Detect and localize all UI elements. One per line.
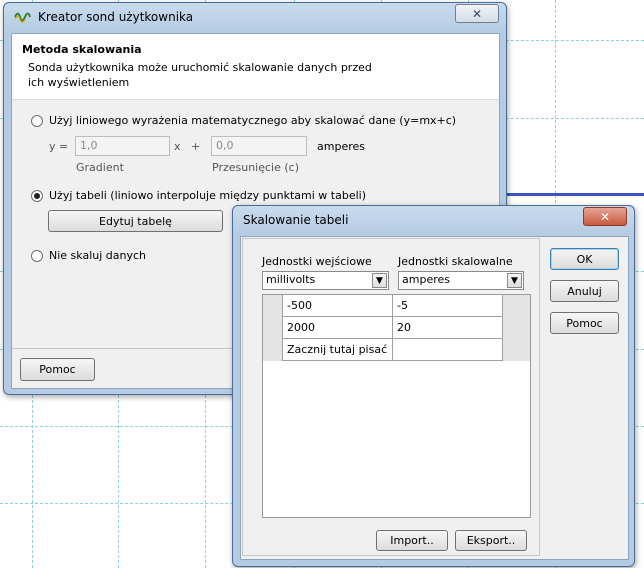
- scaled-units-dropdown[interactable]: amperes ▼: [398, 271, 524, 290]
- chevron-down-icon[interactable]: ▼: [372, 273, 387, 288]
- scaling-table-group: Jednostki wejściowe millivolts ▼ Jednost…: [242, 238, 540, 556]
- edit-table-button[interactable]: Edytuj tabelę: [48, 210, 223, 232]
- table-cell-scaled[interactable]: 20: [393, 317, 503, 339]
- table-cell-input[interactable]: 2000: [283, 317, 393, 339]
- table-cell-scaled[interactable]: -5: [393, 295, 503, 317]
- title-bar: Kreator sond użytkownika: [14, 3, 193, 31]
- dialog-body: Jednostki wejściowe millivolts ▼ Jednost…: [240, 236, 629, 560]
- scaling-data-grid: -500 -5 2000 20 Zacznij tutaj pisać: [262, 294, 531, 518]
- help-button[interactable]: Pomoc: [20, 358, 95, 381]
- gradient-input[interactable]: 1,0: [75, 136, 170, 156]
- table-scaling-window: Skalowanie tabeli ✕ Jednostki wejściowe …: [232, 205, 635, 567]
- radio-circle: [31, 114, 43, 127]
- app-wave-icon: [14, 10, 32, 24]
- ok-button[interactable]: OK: [550, 248, 619, 270]
- table-cell-scaled[interactable]: [393, 339, 503, 361]
- input-units-value: millivolts: [266, 273, 316, 286]
- table-scaling-label: Użyj tabeli (liniowo interpoluje między …: [49, 189, 366, 202]
- help-button[interactable]: Pomoc: [550, 312, 619, 334]
- equation-plus-label: +: [191, 140, 201, 153]
- offset-input[interactable]: 0,0: [211, 136, 307, 156]
- equation-x-label: x: [174, 140, 181, 153]
- scaled-units-label: Jednostki skalowalne: [398, 255, 513, 268]
- no-scaling-label: Nie skaluj danych: [49, 249, 147, 262]
- input-units-dropdown[interactable]: millivolts ▼: [262, 271, 389, 290]
- import-button[interactable]: Import..: [376, 530, 448, 551]
- equation-y-label: y =: [49, 140, 69, 153]
- page-description: Sonda użytkownika może uruchomić skalowa…: [28, 61, 372, 89]
- signal-trace: [500, 193, 644, 196]
- input-units-label: Jednostki wejściowe: [262, 255, 372, 268]
- linear-scaling-radio[interactable]: Użyj liniowego wyrażenia matematycznego …: [31, 114, 456, 127]
- linear-scaling-label: Użyj liniowego wyrażenia matematycznego …: [49, 114, 457, 127]
- close-button[interactable]: ✕: [455, 4, 499, 23]
- table-scaling-radio[interactable]: Użyj tabeli (liniowo interpoluje między …: [31, 189, 366, 202]
- table-cell-input[interactable]: -500: [283, 295, 393, 317]
- window-title: Kreator sond użytkownika: [38, 10, 194, 24]
- title-bar: Skalowanie tabeli: [243, 206, 348, 234]
- radio-circle: [31, 249, 43, 262]
- cancel-button[interactable]: Anuluj: [550, 280, 619, 302]
- window-title: Skalowanie tabeli: [243, 213, 349, 227]
- no-scaling-radio[interactable]: Nie skaluj danych: [31, 249, 146, 262]
- close-icon: ✕: [599, 209, 611, 224]
- close-icon: ✕: [471, 6, 483, 21]
- offset-label: Przesunięcie (c): [212, 161, 300, 174]
- gradient-label: Gradient: [76, 161, 124, 174]
- row-header-column: [263, 295, 283, 361]
- table-cell-input-placeholder[interactable]: Zacznij tutaj pisać: [283, 339, 393, 361]
- unit-label: amperes: [317, 140, 365, 153]
- radio-circle-selected: [31, 189, 43, 202]
- header-panel: Metoda skalowania Sonda użytkownika może…: [12, 34, 499, 100]
- page-title: Metoda skalowania: [22, 43, 142, 56]
- scaled-units-value: amperes: [402, 273, 450, 286]
- export-button[interactable]: Eksport..: [455, 530, 527, 551]
- chevron-down-icon[interactable]: ▼: [507, 273, 522, 288]
- close-button[interactable]: ✕: [583, 207, 627, 226]
